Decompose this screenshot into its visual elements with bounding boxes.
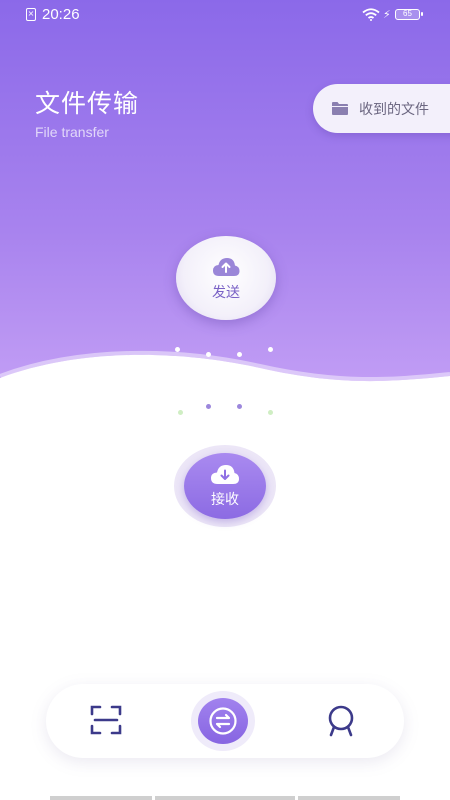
page-subtitle: File transfer: [35, 124, 109, 140]
cloud-download-icon: [211, 465, 239, 484]
indicator-dot: [178, 410, 183, 415]
charging-bolt-icon: ⚡: [383, 8, 391, 21]
system-nav-bar: [50, 796, 152, 800]
receive-button[interactable]: 接收: [184, 453, 266, 519]
system-nav-bar: [155, 796, 295, 800]
status-time: 20:26: [42, 6, 80, 23]
received-files-label: 收到的文件: [359, 102, 429, 118]
indicator-dot: [237, 404, 242, 409]
page-title: 文件传输: [35, 89, 140, 118]
indicator-dot: [175, 347, 180, 352]
folder-icon: [332, 102, 348, 115]
indicator-dot: [268, 410, 273, 415]
battery-level: 65: [403, 9, 412, 18]
cloud-upload-icon: [213, 258, 240, 276]
wifi-icon: [362, 8, 380, 21]
send-label: 发送: [212, 285, 240, 301]
system-nav-bar: [298, 796, 400, 800]
indicator-dot: [206, 352, 211, 357]
indicator-dot: [268, 347, 273, 352]
sim-card-icon: ×: [26, 8, 36, 21]
battery-indicator: 65: [395, 9, 423, 20]
profile-icon[interactable]: [326, 705, 356, 737]
status-bar: × 20:26 ⚡ 65: [0, 0, 450, 30]
indicator-dot: [206, 404, 211, 409]
nav-transfer-tab[interactable]: [198, 698, 248, 744]
scan-icon[interactable]: [90, 705, 122, 735]
indicator-dot: [237, 352, 242, 357]
send-button[interactable]: 发送: [176, 236, 276, 320]
bottom-nav: [46, 684, 404, 758]
receive-label: 接收: [211, 492, 239, 508]
received-files-button[interactable]: 收到的文件: [313, 84, 450, 133]
transfer-icon: [209, 707, 237, 735]
